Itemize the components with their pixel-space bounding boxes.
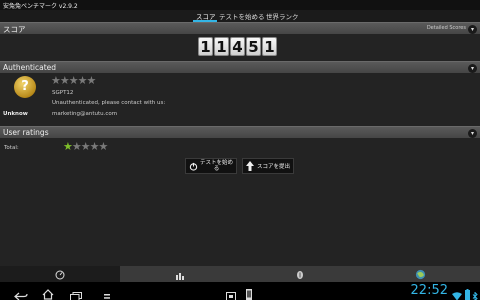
score-digit: 1: [198, 37, 213, 56]
ratings-section-header[interactable]: User ratings ▾: [0, 126, 480, 138]
recent-apps-icon[interactable]: [70, 286, 82, 300]
score-display: 1 1 4 5 1: [198, 37, 277, 56]
wifi-icon: [452, 286, 462, 300]
start-test-label-2: る: [213, 166, 220, 172]
info-icon: [295, 265, 305, 284]
star-icon: ★: [68, 74, 79, 87]
chevron-down-icon[interactable]: ▾: [468, 129, 477, 138]
title-bar: 安兔兔ベンチマーク v2.9.2: [0, 0, 480, 10]
star-icon: ★: [86, 74, 97, 87]
bar-chart-icon: [175, 265, 185, 284]
star-icon: ★: [89, 140, 100, 153]
screenshot-icon[interactable]: [226, 286, 236, 300]
auth-rating-stars: ★★★★★: [51, 74, 97, 87]
auth-section-header[interactable]: Authenticated ▾: [0, 61, 480, 73]
submit-score-label: スコアを提出: [257, 164, 291, 170]
ratings-section-title: User ratings: [3, 128, 49, 137]
battery-icon: [465, 285, 470, 300]
star-icon: ★: [98, 140, 109, 153]
score-digit: 1: [262, 37, 277, 56]
speedometer-icon: [55, 265, 65, 284]
upload-arrow-icon: [245, 160, 255, 172]
auth-message: Unauthenticated, please contact with us:: [52, 100, 166, 106]
start-test-button[interactable]: テストを始め る: [185, 158, 237, 174]
bottom-tab-world[interactable]: [360, 266, 480, 282]
bottom-tab-bar: [0, 266, 480, 282]
system-nav-bar: 22:52: [0, 282, 480, 300]
menu-icon[interactable]: [104, 287, 110, 300]
total-label: Total:: [4, 145, 19, 151]
user-rating-stars[interactable]: ★★★★★: [63, 140, 109, 153]
status-clock: 22:52: [410, 283, 448, 298]
score-digit: 4: [230, 37, 245, 56]
score-digit: 5: [246, 37, 261, 56]
back-icon[interactable]: [14, 286, 28, 300]
star-icon: ★: [80, 140, 91, 153]
tab-start-test[interactable]: テストを始める: [219, 11, 265, 21]
star-icon: ★: [59, 74, 70, 87]
bottom-tab-info[interactable]: [240, 266, 360, 282]
star-icon: ★: [77, 74, 88, 87]
chevron-down-icon[interactable]: ▾: [468, 64, 477, 73]
auth-section-title: Authenticated: [3, 63, 57, 72]
tab-world-rank[interactable]: 世界ランク: [266, 11, 299, 21]
star-icon: ★: [71, 140, 82, 153]
bottom-tab-ranking[interactable]: [120, 266, 240, 282]
star-icon: ★: [51, 74, 61, 87]
star-icon: ★: [63, 140, 73, 153]
score-digit: 1: [214, 37, 229, 56]
home-icon[interactable]: [42, 285, 54, 300]
tab-bar: スコア テストを始める 世界ランク: [0, 10, 480, 22]
score-section-title: スコア: [3, 25, 26, 34]
globe-icon: [415, 265, 426, 284]
contact-email[interactable]: marketing@antutu.com: [52, 111, 117, 117]
model-label: Unknow: [3, 111, 28, 117]
submit-score-button[interactable]: スコアを提出: [242, 158, 294, 174]
unknown-device-icon: ?: [14, 76, 36, 98]
app-title: 安兔兔ベンチマーク v2.9.2: [3, 3, 78, 10]
bluetooth-icon: [472, 286, 478, 300]
chevron-down-icon[interactable]: ▾: [468, 25, 477, 34]
notification-app-icon: [246, 285, 252, 300]
bottom-tab-test[interactable]: [0, 266, 120, 282]
power-icon: [188, 160, 198, 172]
score-section-header[interactable]: スコア Detailed Scores ▾: [0, 22, 480, 34]
detailed-scores-link[interactable]: Detailed Scores: [427, 25, 466, 31]
device-name: SGPT12: [52, 90, 74, 96]
